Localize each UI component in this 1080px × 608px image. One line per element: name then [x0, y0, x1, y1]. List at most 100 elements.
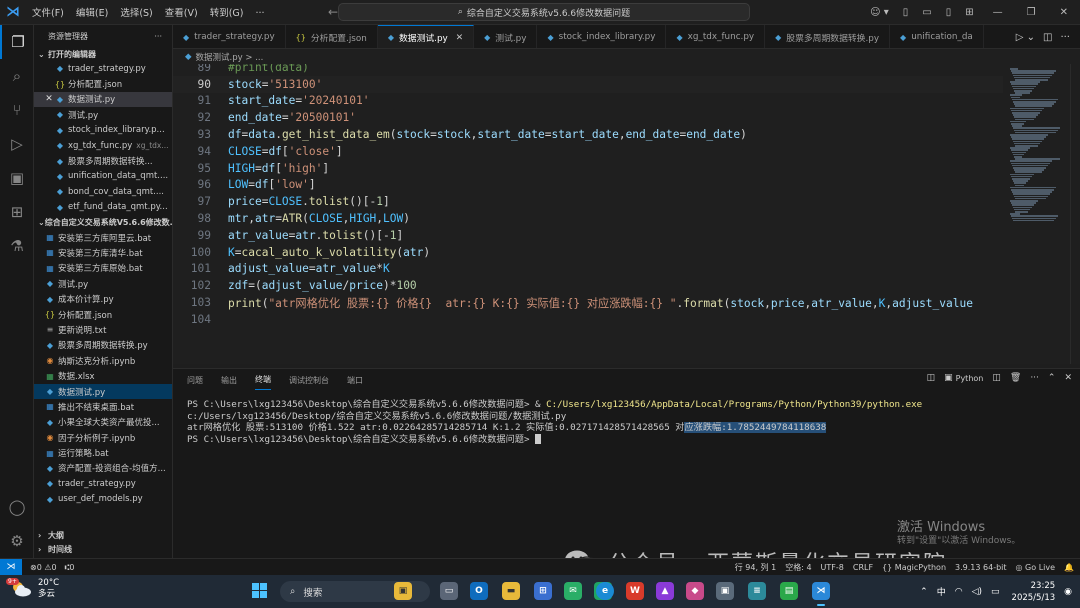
copilot-icon[interactable]: ☺ ▾: [863, 7, 896, 18]
code-line[interactable]: 92 end_date='20500101': [173, 109, 1003, 126]
editor-tab[interactable]: ◆ 测试.py: [474, 25, 538, 48]
close-panel-icon[interactable]: ✕: [1064, 373, 1072, 383]
wechat-taskbar-icon[interactable]: ✉: [564, 582, 582, 600]
app-teal-icon[interactable]: ≡: [748, 582, 766, 600]
toggle-panel-icon[interactable]: ▭: [915, 7, 938, 18]
remote-explorer-icon[interactable]: ▣: [0, 161, 34, 195]
open-editor-item[interactable]: ◆ bond_cov_data_qmt....: [34, 184, 172, 199]
open-editor-item[interactable]: ◆ unification_data_qmt....: [34, 169, 172, 184]
battery-icon[interactable]: ▭: [991, 587, 1000, 597]
end-of-line[interactable]: CRLF: [853, 563, 873, 572]
editor-tab[interactable]: ◆ trader_strategy.py: [173, 25, 286, 48]
vscode-taskbar-icon[interactable]: ⋊: [812, 582, 830, 606]
split-editor-icon[interactable]: ◫: [1043, 32, 1052, 43]
search-view-icon[interactable]: ⌕: [0, 59, 34, 93]
customize-layout-icon[interactable]: ⊞: [958, 7, 980, 18]
notification-center-icon[interactable]: ◉: [1064, 587, 1072, 597]
cursor-position[interactable]: 行 94, 列 1: [735, 562, 776, 573]
open-editor-item[interactable]: ◆ 股票多周期数据转换...: [34, 153, 172, 168]
language-mode[interactable]: {} MagicPython: [882, 563, 946, 572]
open-editor-item[interactable]: {} 分析配置.json: [34, 76, 172, 91]
maximize-panel-icon[interactable]: ⌃: [1048, 373, 1056, 383]
problems-indicator[interactable]: ⊗0 ⚠0: [30, 563, 57, 572]
terminal-layout-icon[interactable]: ◫: [927, 373, 936, 383]
editor-tab[interactable]: ◆ 数据测试.py ✕: [377, 25, 475, 48]
code-line[interactable]: 96 LOW=df['low']: [173, 177, 1003, 194]
file-tree-item[interactable]: ◆ 数据测试.py: [34, 383, 172, 400]
manage-gear-icon[interactable]: ⚙: [0, 524, 34, 558]
photo-app-icon[interactable]: ▣: [394, 582, 412, 600]
panel-tab[interactable]: 输出: [221, 371, 237, 390]
open-editor-item[interactable]: ◆ trader_strategy.py: [34, 61, 172, 76]
remote-indicator-icon[interactable]: ⋊: [0, 558, 22, 576]
open-editors-section[interactable]: ⌄ 打开的编辑器: [34, 47, 172, 61]
terminal-output[interactable]: PS C:\Users\lxg123456\Desktop\综合自定义交易系统v…: [187, 399, 1073, 445]
command-center-search[interactable]: ⌕ 综合自定义交易系统v5.6.6修改数据问题: [338, 3, 750, 21]
menu-more[interactable]: ···: [249, 8, 270, 19]
file-encoding[interactable]: UTF-8: [821, 563, 844, 572]
breadcrumb[interactable]: ◆ 数据测试.py > ...: [173, 49, 1080, 64]
file-tree-item[interactable]: {} 分析配置.json: [34, 307, 172, 322]
panel-tab[interactable]: 问题: [187, 371, 203, 390]
panel-tab[interactable]: 端口: [347, 371, 363, 390]
run-debug-icon[interactable]: ▷: [0, 127, 34, 161]
more-panel-actions-icon[interactable]: ···: [1030, 373, 1039, 383]
code-line[interactable]: 91 start_date='20240101': [173, 93, 1003, 110]
extensions-icon[interactable]: ⊞: [0, 195, 34, 229]
code-line[interactable]: 98 mtr,atr=ATR(CLOSE,HIGH,LOW): [173, 210, 1003, 227]
minimize-icon[interactable]: —: [981, 7, 1015, 18]
file-tree-item[interactable]: ◉ 因子分析例子.ipynb: [34, 430, 172, 445]
editor-scrollbar[interactable]: [1070, 64, 1080, 364]
app-green-window-icon[interactable]: ▤: [780, 582, 798, 600]
file-explorer-icon[interactable]: ▬: [502, 582, 520, 600]
menu-view[interactable]: 查看(V): [159, 8, 204, 19]
more-editor-actions-icon[interactable]: ···: [1060, 32, 1070, 43]
ime-language[interactable]: 中: [937, 585, 946, 598]
code-line[interactable]: 94 CLOSE=df['close']: [173, 143, 1003, 160]
file-tree-item[interactable]: ◆ 股票多周期数据转换.py: [34, 338, 172, 353]
source-control-icon[interactable]: ⑂: [0, 93, 34, 127]
code-line[interactable]: 93 df=data.get_hist_data_em(stock=stock,s…: [173, 126, 1003, 143]
run-python-file-icon[interactable]: ▷ ⌄: [1016, 32, 1035, 43]
edge-icon[interactable]: e: [596, 582, 614, 600]
file-tree-item[interactable]: ▦ 数据.xlsx: [34, 368, 172, 383]
file-tree-item[interactable]: ▦ 推出不结束桌面.bat: [34, 399, 172, 414]
file-tree-item[interactable]: ◆ user_def_models.py: [34, 492, 172, 507]
toggle-sidebar-icon[interactable]: ▯: [896, 7, 916, 18]
tray-overflow-icon[interactable]: ⌃: [920, 587, 928, 597]
file-tree-item[interactable]: ◆ trader_strategy.py: [34, 476, 172, 491]
file-tree-item[interactable]: ▦ 运行策略.bat: [34, 445, 172, 460]
panel-tab[interactable]: 调试控制台: [289, 371, 329, 390]
code-line[interactable]: 102 zdf=(adjust_value/price)*100: [173, 277, 1003, 294]
toggle-secondary-sidebar-icon[interactable]: ▯: [939, 7, 959, 18]
code-line[interactable]: 100 K=cacal_auto_k_volatility(atr): [173, 244, 1003, 261]
file-tree-item[interactable]: ▦ 安装第三方库原始.bat: [34, 261, 172, 276]
go-live-button[interactable]: ◎ Go Live: [1016, 563, 1056, 572]
workspace-folder-section[interactable]: ⌄ 综合自定义交易系统V5.6.6修改数...: [34, 216, 172, 230]
file-tree-item[interactable]: ▦ 安装第三方库阿里云.bat: [34, 230, 172, 245]
kill-terminal-icon[interactable]: 🗑: [1010, 373, 1021, 383]
restore-icon[interactable]: ❐: [1015, 7, 1048, 18]
app-pink-icon[interactable]: ◆: [686, 582, 704, 600]
code-line[interactable]: 90 stock='513100': [173, 75, 1003, 93]
code-line[interactable]: 101 adjust_value=atr_value*K: [173, 261, 1003, 278]
code-line[interactable]: 97 price=CLOSE.tolist()[-1]: [173, 193, 1003, 210]
wifi-icon[interactable]: ◠: [955, 587, 963, 597]
menu-selection[interactable]: 选择(S): [114, 8, 158, 19]
code-line[interactable]: 99 atr_value=atr.tolist()[-1]: [173, 227, 1003, 244]
open-editor-item[interactable]: ◆ etf_fund_data_qmt.py...: [34, 200, 172, 215]
volume-icon[interactable]: ◁): [972, 587, 982, 597]
outline-section[interactable]: › 大纲: [34, 528, 172, 542]
editor-tab[interactable]: ◆ 股票多周期数据转换.py: [765, 25, 891, 48]
back-arrow-icon[interactable]: ←: [328, 5, 338, 19]
app-purple-icon[interactable]: ▲: [656, 582, 674, 600]
task-view-icon[interactable]: ▭: [440, 582, 458, 600]
menu-file[interactable]: 文件(F): [26, 8, 70, 19]
close-window-icon[interactable]: ✕: [1048, 7, 1080, 18]
file-tree-item[interactable]: ◆ 测试.py: [34, 276, 172, 291]
explorer-icon[interactable]: ❐: [0, 25, 34, 59]
account-icon[interactable]: ◯: [0, 490, 34, 524]
file-tree-item[interactable]: ◉ 纳斯达克分析.ipynb: [34, 353, 172, 368]
outlook-icon[interactable]: O: [470, 582, 488, 600]
split-terminal-icon[interactable]: ◫: [992, 373, 1001, 383]
